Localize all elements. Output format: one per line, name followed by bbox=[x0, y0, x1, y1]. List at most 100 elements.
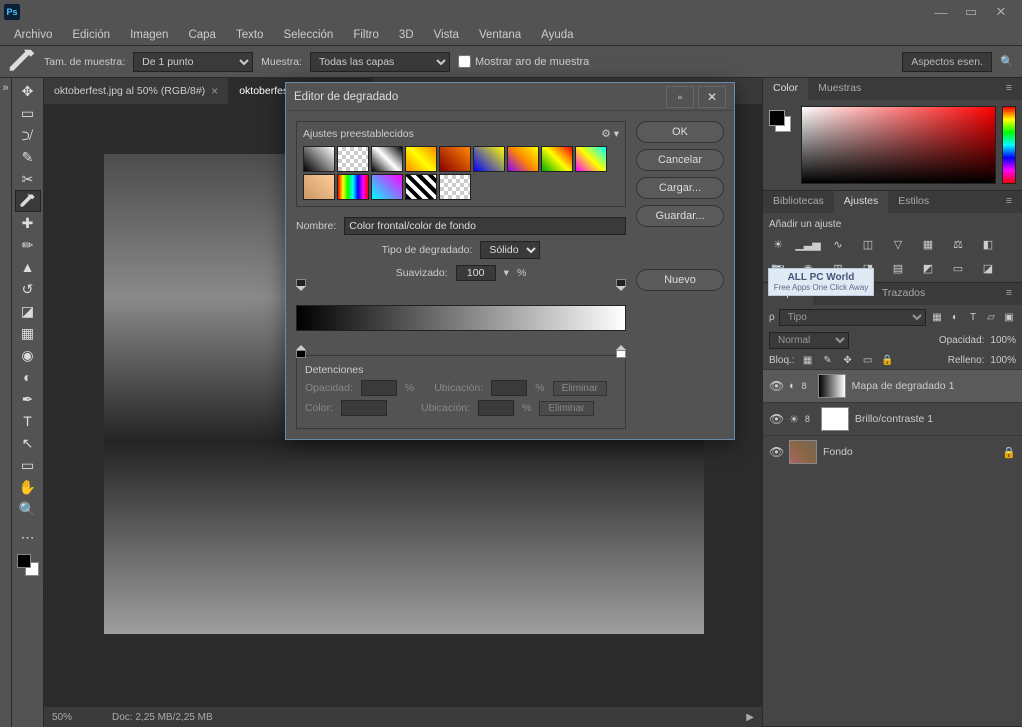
marquee-tool[interactable]: ▭ bbox=[15, 102, 41, 124]
dodge-tool[interactable]: ◐ bbox=[15, 366, 41, 388]
panel-menu-icon[interactable]: ≡ bbox=[996, 283, 1022, 305]
quick-mask[interactable] bbox=[15, 582, 41, 602]
stop-location-input[interactable] bbox=[491, 380, 527, 396]
menu-imagen[interactable]: Imagen bbox=[120, 26, 178, 44]
lasso-tool[interactable]: ⟉ bbox=[15, 124, 41, 146]
vibrance-icon[interactable]: ▽ bbox=[889, 236, 907, 252]
visibility-icon[interactable]: 👁 bbox=[769, 412, 783, 426]
panel-menu-icon[interactable]: ≡ bbox=[996, 78, 1022, 100]
sample-size-select[interactable]: De 1 punto bbox=[133, 52, 253, 72]
selective-icon[interactable]: ◪ bbox=[979, 260, 997, 276]
tab-libraries[interactable]: Bibliotecas bbox=[763, 191, 834, 213]
stop-location-input[interactable] bbox=[478, 400, 514, 416]
filter-type-icon[interactable]: T bbox=[966, 311, 980, 325]
minimize-button[interactable]: — bbox=[932, 4, 950, 20]
gradient-editor-dialog[interactable]: Editor de degradado ▫ ✕ Ajustes preestab… bbox=[285, 82, 735, 440]
preset-swatch[interactable] bbox=[507, 146, 539, 172]
preset-swatch[interactable] bbox=[337, 174, 369, 200]
brush-tool[interactable]: ✏ bbox=[15, 234, 41, 256]
search-icon[interactable]: 🔍 bbox=[1000, 55, 1014, 69]
gradient-type-select[interactable]: Sólido bbox=[480, 241, 540, 259]
exposure-icon[interactable]: ◫ bbox=[859, 236, 877, 252]
dialog-close-button[interactable]: ✕ bbox=[698, 86, 726, 108]
filter-shape-icon[interactable]: ▱ bbox=[984, 311, 998, 325]
menu-ventana[interactable]: Ventana bbox=[469, 26, 531, 44]
link-icon[interactable]: 8 bbox=[802, 381, 812, 391]
menu-vista[interactable]: Vista bbox=[424, 26, 469, 44]
visibility-icon[interactable]: 👁 bbox=[769, 379, 783, 393]
layer-item[interactable]: 👁 ◐ 8 Mapa de degradado 1 bbox=[763, 369, 1022, 402]
link-icon[interactable]: 8 bbox=[805, 414, 815, 424]
opacity-stop[interactable] bbox=[616, 279, 626, 291]
zoom-tool[interactable]: 🔍 bbox=[15, 498, 41, 520]
tab-close-icon[interactable]: × bbox=[211, 84, 218, 98]
stamp-tool[interactable]: ▲ bbox=[15, 256, 41, 278]
gradient-bar[interactable] bbox=[296, 291, 626, 345]
brightness-icon[interactable]: ☀ bbox=[769, 236, 787, 252]
pen-tool[interactable]: ✒ bbox=[15, 388, 41, 410]
new-button[interactable]: Nuevo bbox=[636, 269, 724, 291]
filter-adj-icon[interactable]: ◐ bbox=[948, 311, 962, 325]
layer-kind-select[interactable]: Tipo bbox=[779, 309, 926, 326]
menu-seleccion[interactable]: Selección bbox=[273, 26, 343, 44]
threshold-icon[interactable]: ◩ bbox=[919, 260, 937, 276]
menu-edicion[interactable]: Edición bbox=[62, 26, 120, 44]
preset-swatch[interactable] bbox=[405, 174, 437, 200]
shape-tool[interactable]: ▭ bbox=[15, 454, 41, 476]
tab-swatches[interactable]: Muestras bbox=[808, 78, 871, 100]
save-button[interactable]: Guardar... bbox=[636, 205, 724, 227]
tab-color[interactable]: Color bbox=[763, 78, 808, 100]
move-tool[interactable]: ✥ bbox=[15, 80, 41, 102]
eyedropper-preset-icon[interactable] bbox=[8, 50, 36, 74]
quickselect-tool[interactable]: ✎ bbox=[15, 146, 41, 168]
lock-all-icon[interactable]: 🔒 bbox=[881, 353, 895, 367]
menu-texto[interactable]: Texto bbox=[226, 26, 274, 44]
layer-thumb[interactable] bbox=[789, 440, 817, 464]
path-tool[interactable]: ↖ bbox=[15, 432, 41, 454]
layer-thumb[interactable] bbox=[821, 407, 849, 431]
preset-swatch[interactable] bbox=[371, 174, 403, 200]
tab-styles[interactable]: Estilos bbox=[888, 191, 939, 213]
layer-item[interactable]: 👁 ☀ 8 Brillo/contraste 1 bbox=[763, 402, 1022, 435]
preset-swatch[interactable] bbox=[303, 146, 335, 172]
stop-color-swatch[interactable] bbox=[341, 400, 387, 416]
show-ring-checkbox[interactable]: Mostrar aro de muestra bbox=[458, 55, 589, 68]
smooth-value[interactable]: 100 bbox=[456, 265, 496, 281]
eyedropper-tool[interactable] bbox=[15, 190, 41, 212]
left-expand-strip[interactable]: » bbox=[0, 78, 12, 727]
lock-artboard-icon[interactable]: ▭ bbox=[861, 353, 875, 367]
menu-archivo[interactable]: Archivo bbox=[4, 26, 62, 44]
color-stop[interactable] bbox=[296, 345, 306, 357]
gradient-tool[interactable]: ▦ bbox=[15, 322, 41, 344]
gradient-name-input[interactable] bbox=[344, 217, 626, 235]
hue-strip[interactable] bbox=[1002, 106, 1016, 184]
ok-button[interactable]: OK bbox=[636, 121, 724, 143]
close-button[interactable]: ✕ bbox=[992, 4, 1010, 20]
visibility-icon[interactable]: 👁 bbox=[769, 445, 783, 459]
blur-tool[interactable]: ◉ bbox=[15, 344, 41, 366]
opacity-value[interactable]: 100% bbox=[990, 335, 1016, 346]
layer-thumb[interactable] bbox=[818, 374, 846, 398]
preset-swatch[interactable] bbox=[439, 174, 471, 200]
gradient-map-icon[interactable]: ▭ bbox=[949, 260, 967, 276]
menu-ayuda[interactable]: Ayuda bbox=[531, 26, 583, 44]
layer-name[interactable]: Mapa de degradado 1 bbox=[852, 380, 955, 392]
color-fgbg[interactable] bbox=[769, 106, 795, 184]
preset-swatch[interactable] bbox=[541, 146, 573, 172]
color-picker[interactable] bbox=[801, 106, 996, 184]
cancel-button[interactable]: Cancelar bbox=[636, 149, 724, 171]
menu-filtro[interactable]: Filtro bbox=[343, 26, 389, 44]
layer-item[interactable]: 👁 Fondo 🔒 bbox=[763, 435, 1022, 468]
color-stop[interactable] bbox=[616, 345, 626, 357]
maximize-button[interactable]: ▭ bbox=[962, 4, 980, 20]
delete-opacity-stop-button[interactable]: Eliminar bbox=[553, 381, 607, 396]
layer-name[interactable]: Fondo bbox=[823, 446, 853, 458]
blend-mode-select[interactable]: Normal bbox=[769, 332, 849, 349]
tab-adjustments[interactable]: Ajustes bbox=[834, 191, 888, 213]
crop-tool[interactable]: ✂ bbox=[15, 168, 41, 190]
load-button[interactable]: Cargar... bbox=[636, 177, 724, 199]
presets-menu-icon[interactable]: ⚙ ▾ bbox=[601, 128, 619, 140]
curves-icon[interactable]: ∿ bbox=[829, 236, 847, 252]
preset-swatch[interactable] bbox=[575, 146, 607, 172]
tab-paths[interactable]: Trazados bbox=[872, 283, 935, 305]
